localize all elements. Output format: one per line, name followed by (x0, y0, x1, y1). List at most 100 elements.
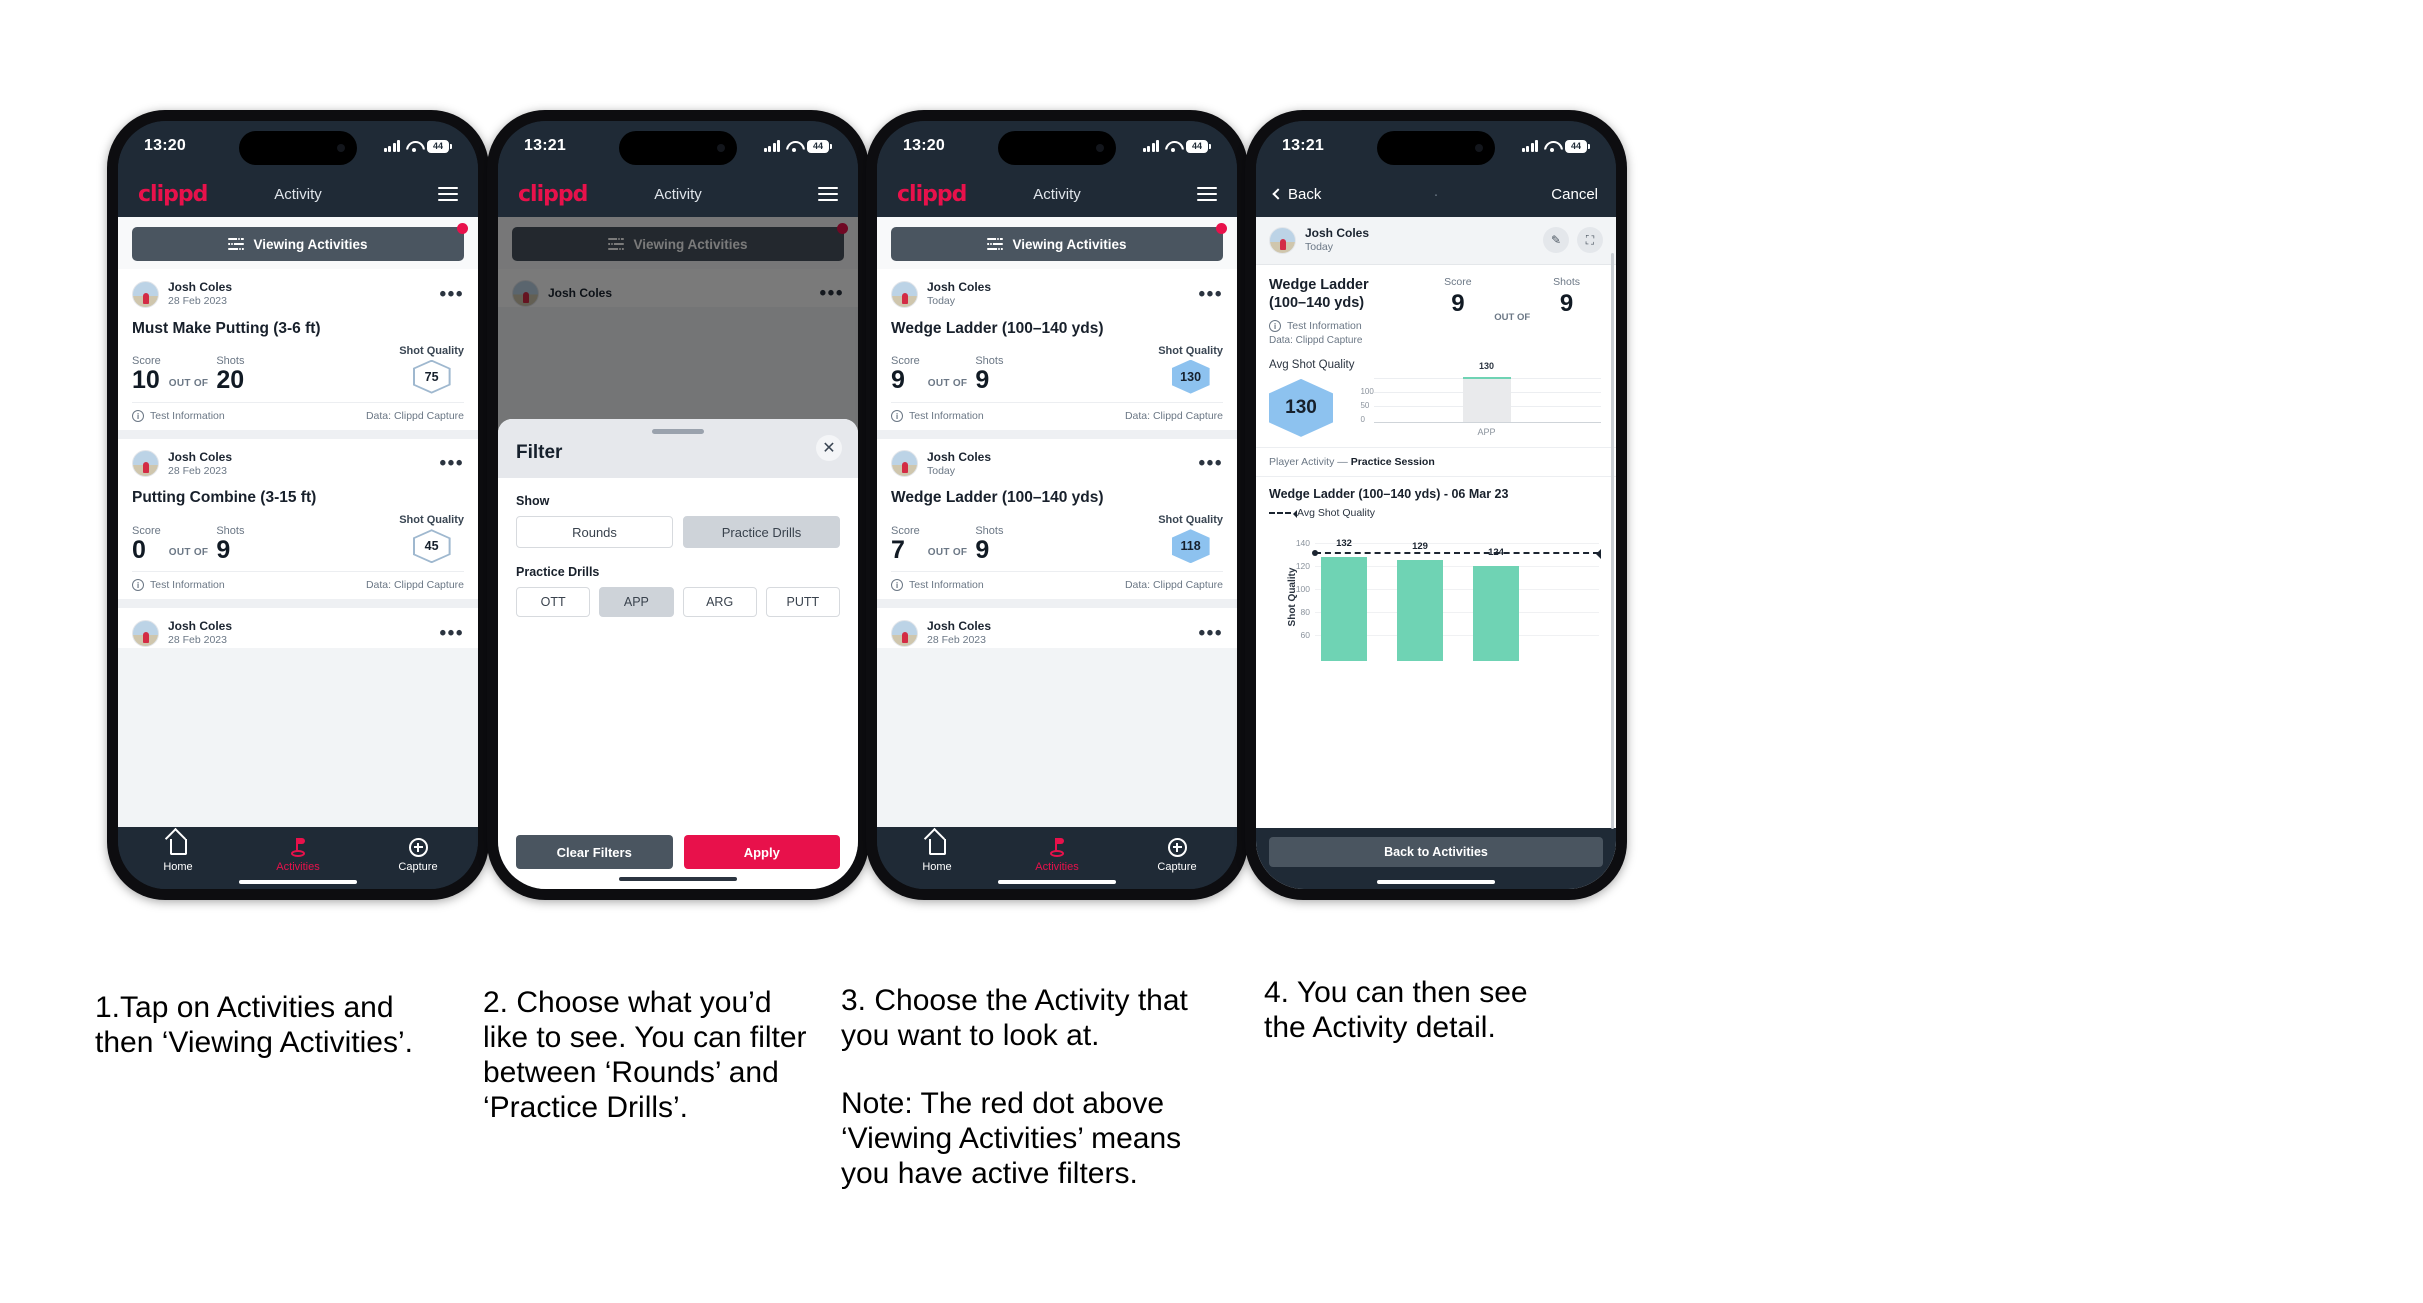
cellular-signal-icon (763, 140, 780, 152)
activity-card-list[interactable]: Josh Coles Today ••• Wedge Ladder (100–1… (877, 269, 1237, 827)
show-toggle-group[interactable]: Rounds Practice Drills (516, 516, 840, 548)
detail-user-name: Josh Coles (1305, 226, 1370, 240)
show-option-practice-drills[interactable]: Practice Drills (683, 516, 840, 548)
home-indicator (239, 880, 357, 884)
phone-2-filter-sheet: 13:21 44 clippd Activity Filter ✕ Show R… (487, 110, 869, 900)
out-of-label: OUT OF (168, 547, 209, 559)
data-source-label: Data: Clippd Capture (1269, 334, 1363, 346)
close-icon[interactable]: ✕ (816, 435, 842, 461)
activity-card[interactable]: Josh Coles 28 Feb 2023 ••• (877, 608, 1237, 648)
cellular-signal-icon (383, 140, 400, 152)
battery-cap-icon (830, 143, 832, 149)
drill-chip-ott[interactable]: OTT (516, 587, 591, 617)
section-bold: Practice Session (1350, 455, 1435, 468)
filter-sheet-title: Filter (516, 442, 563, 463)
activity-card[interactable]: Josh Coles Today ••• Wedge Ladder (100–1… (877, 438, 1237, 600)
practice-drills-chip-group[interactable]: OTT APP ARG PUTT (516, 587, 840, 617)
data-source-label: Data: Clippd Capture (365, 409, 464, 422)
ytick-60: 60 (1300, 629, 1310, 640)
card-overflow-menu-icon[interactable]: ••• (440, 624, 464, 644)
nav-item-home[interactable]: Home (118, 836, 238, 873)
hamburger-menu-icon[interactable] (1197, 183, 1217, 206)
battery-level: 44 (427, 139, 449, 153)
shot-quality-hexagon: 118 (1171, 529, 1210, 564)
card-divider (877, 429, 1237, 439)
nav-label-capture: Capture (398, 861, 438, 873)
back-to-activities-button[interactable]: Back to Activities (1269, 837, 1603, 867)
nav-item-capture[interactable]: Capture (1117, 836, 1237, 873)
card-divider (877, 599, 1237, 609)
card-overflow-menu-icon[interactable]: ••• (440, 454, 464, 474)
phone-3-filtered-activities: 13:20 44 clippd Activity Viewing Activit… (866, 110, 1248, 900)
score-label: Score (1444, 275, 1472, 288)
bar-label-1: 132 (1336, 537, 1352, 549)
status-time: 13:21 (524, 137, 566, 154)
nav-item-capture[interactable]: Capture (358, 836, 478, 873)
scrollbar[interactable] (1611, 253, 1614, 829)
app-bar: clippd Activity (498, 171, 858, 217)
home-indicator (998, 880, 1116, 884)
clear-filters-button[interactable]: Clear Filters (516, 835, 673, 869)
card-overflow-menu-icon[interactable]: ••• (1199, 624, 1223, 644)
tutorial-screenshot-sheet: 13:20 44 clippd Activity Viewing Activit… (0, 0, 2423, 1303)
detail-date: Today (1305, 241, 1334, 253)
apply-filters-button[interactable]: Apply (683, 835, 840, 869)
drill-chip-app[interactable]: APP (599, 587, 674, 617)
shot-quality-value: 75 (414, 361, 449, 392)
activity-card[interactable]: Josh Coles 28 Feb 2023 ••• Putting Combi… (118, 438, 478, 600)
shots-value: 9 (975, 536, 990, 565)
activity-card-list[interactable]: Josh Coles 28 Feb 2023 ••• Must Make Put… (118, 269, 478, 827)
activity-card[interactable]: Josh Coles Today ••• Wedge Ladder (100–1… (877, 269, 1237, 430)
card-overflow-menu-icon[interactable]: ••• (1199, 454, 1223, 474)
show-option-rounds[interactable]: Rounds (516, 516, 673, 548)
back-button[interactable]: Back (1272, 186, 1321, 203)
clippd-logo[interactable]: clippd (138, 182, 208, 207)
drill-chip-arg[interactable]: ARG (682, 587, 757, 617)
hamburger-menu-icon[interactable] (438, 183, 458, 206)
cancel-button[interactable]: Cancel (1551, 186, 1598, 203)
activity-card[interactable]: Josh Coles 28 Feb 2023 ••• Must Make Put… (118, 269, 478, 430)
battery-level: 44 (1186, 139, 1208, 153)
card-user-name: Josh Coles (168, 280, 233, 294)
app-bar: clippd Activity (118, 171, 478, 217)
show-section-label: Show (516, 494, 550, 508)
clippd-logo[interactable]: clippd (897, 182, 967, 207)
score-value: 10 (132, 366, 160, 395)
pencil-icon[interactable]: ✎ (1543, 227, 1569, 254)
nav-item-home[interactable]: Home (877, 836, 997, 873)
phone-4-activity-detail: 13:21 44 Back · Cancel Josh Coles Today … (1245, 110, 1627, 900)
shot-quality-label: Shot Quality (399, 514, 464, 527)
detail-title-line2: (100–140 yds) (1269, 294, 1365, 311)
phone-1-activities-list: 13:20 44 clippd Activity Viewing Activit… (107, 110, 489, 900)
card-overflow-menu-icon[interactable]: ••• (1199, 284, 1223, 304)
score-value: 9 (891, 366, 905, 395)
nav-item-activities[interactable]: Activities (997, 836, 1117, 873)
info-icon: i (1269, 319, 1281, 332)
card-title: Wedge Ladder (100–140 yds) (891, 319, 1104, 337)
nav-center-dot: · (1433, 185, 1439, 203)
out-of-label: OUT OF (927, 377, 968, 389)
wifi-icon (786, 140, 801, 152)
legend-label: Avg Shot Quality (1297, 506, 1376, 519)
chart-y-axis-label: Shot Quality (1286, 567, 1298, 627)
shot-quality-label: Shot Quality (1158, 344, 1223, 357)
bar-label-3: 124 (1488, 546, 1504, 558)
hamburger-menu-icon[interactable] (818, 183, 838, 206)
viewing-activities-label: Viewing Activities (1012, 236, 1127, 252)
drill-chip-putt[interactable]: PUTT (765, 587, 840, 617)
caption-step-2: 2. Choose what you’d like to see. You ca… (483, 986, 807, 1125)
fullscreen-icon[interactable]: ⛶ (1577, 227, 1603, 254)
card-overflow-menu-icon[interactable]: ••• (440, 284, 464, 304)
nav-item-activities[interactable]: Activities (238, 836, 358, 873)
shot-quality-label: Shot Quality (399, 344, 464, 357)
card-title: Putting Combine (3-15 ft) (132, 489, 317, 507)
viewing-activities-filter-button[interactable]: Viewing Activities (132, 227, 464, 261)
detail-header: Josh Coles Today ✎ ⛶ (1256, 217, 1616, 265)
bar-1 (1321, 556, 1367, 661)
activity-card[interactable]: Josh Coles 28 Feb 2023 ••• (118, 608, 478, 648)
battery-cap-icon (1588, 143, 1590, 149)
viewing-activities-filter-button[interactable]: Viewing Activities (891, 227, 1223, 261)
cellular-signal-icon (1142, 140, 1159, 152)
clippd-logo[interactable]: clippd (518, 182, 588, 207)
sheet-grabber[interactable] (652, 429, 704, 434)
